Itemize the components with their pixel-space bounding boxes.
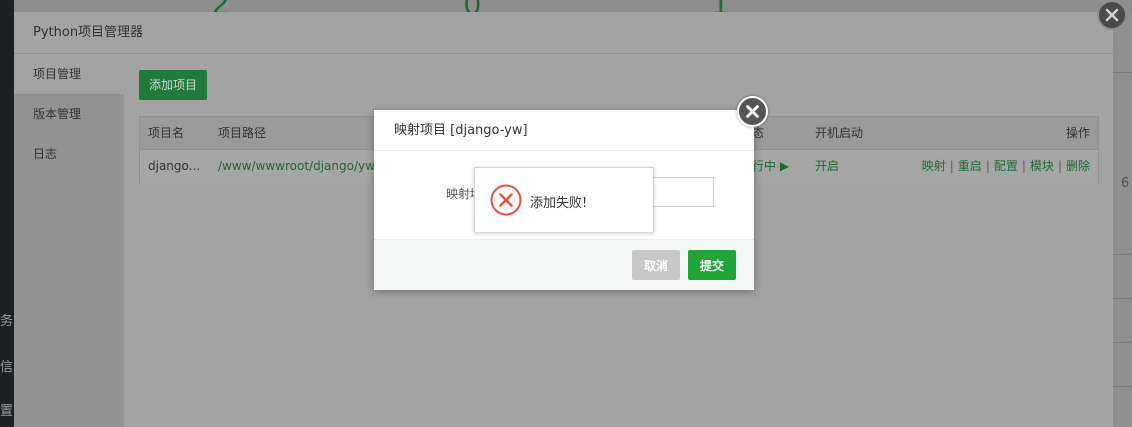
domain-input[interactable] xyxy=(652,177,714,207)
cancel-button[interactable]: 取消 xyxy=(632,250,680,280)
divider xyxy=(1113,342,1132,343)
map-link[interactable]: 映射 xyxy=(922,159,946,173)
panel-title: Python项目管理器 xyxy=(14,12,1113,54)
divider xyxy=(1113,72,1132,73)
submit-button[interactable]: 提交 xyxy=(688,250,736,280)
header-path: 项目路径 xyxy=(218,126,267,140)
header-actions: 操作 xyxy=(1065,126,1090,140)
error-circle-icon xyxy=(490,184,522,216)
stats-row: 2 0 1 xyxy=(14,0,1132,21)
header-autostart: 开机启动 xyxy=(815,126,864,140)
modules-link[interactable]: 模块 xyxy=(1030,159,1054,173)
divider xyxy=(1113,298,1132,299)
nav-item-version-manage[interactable]: 版本管理 xyxy=(14,94,124,134)
dialog-footer: 取消 提交 xyxy=(374,239,754,290)
dialog-close-button[interactable] xyxy=(737,96,768,127)
bg-right-column: 6 xyxy=(1113,12,1132,427)
delete-link[interactable]: 删除 xyxy=(1066,159,1090,173)
project-path-link[interactable]: /www/wwwroot/django/yw xyxy=(218,150,375,183)
config-link[interactable]: 配置 xyxy=(994,159,1018,173)
bg-value: 6 xyxy=(1121,176,1130,191)
divider xyxy=(1113,254,1132,255)
nav-item-logs[interactable]: 日志 xyxy=(14,134,124,174)
panel-close-button[interactable] xyxy=(1097,0,1127,30)
nav-item-project-manage[interactable]: 项目管理 xyxy=(14,54,124,94)
dialog-title: 映射项目 [django-yw] xyxy=(374,110,754,151)
header-name: 项目名 xyxy=(148,126,185,140)
panel-nav: 项目管理 版本管理 日志 xyxy=(14,54,124,427)
row-actions: 映射 | 重启 | 配置 | 模块 | 删除 xyxy=(921,159,1090,173)
divider xyxy=(1113,386,1132,387)
close-icon xyxy=(746,105,759,118)
toast-message: 添加失败! xyxy=(530,196,588,211)
project-name: django... xyxy=(148,159,201,173)
sidebar-glyph[interactable]: 信 xyxy=(0,356,13,375)
restart-link[interactable]: 重启 xyxy=(958,159,982,173)
error-toast: 添加失败! xyxy=(474,167,654,233)
add-project-button[interactable]: 添加项目 xyxy=(139,70,208,100)
autostart-toggle[interactable]: 开启 xyxy=(815,150,839,183)
close-icon xyxy=(1105,8,1119,22)
sidebar-glyph[interactable]: 置 xyxy=(0,400,13,419)
sidebar-glyph[interactable]: 务 xyxy=(0,310,13,329)
app-sidebar: 务 信 置 xyxy=(0,0,14,427)
